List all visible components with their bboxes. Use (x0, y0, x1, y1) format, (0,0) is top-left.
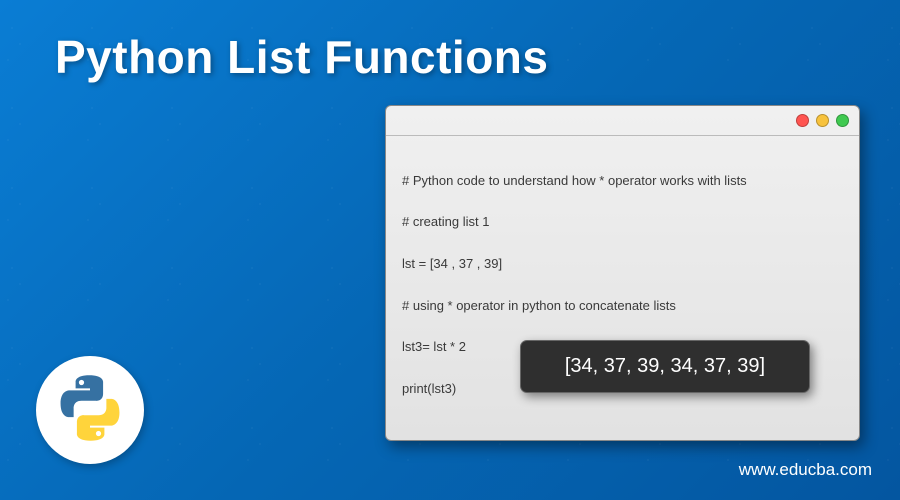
output-box: [34, 37, 39, 34, 37, 39] (520, 340, 810, 393)
code-line: # Python code to understand how * operat… (402, 171, 843, 192)
python-logo-icon (54, 372, 126, 449)
page-title: Python List Functions (55, 30, 548, 84)
logo-circle (36, 356, 144, 464)
minimize-icon (816, 114, 829, 127)
maximize-icon (836, 114, 849, 127)
site-url: www.educba.com (739, 460, 872, 480)
output-text: [34, 37, 39, 34, 37, 39] (565, 355, 765, 377)
code-line: # using * operator in python to concaten… (402, 296, 843, 317)
close-icon (796, 114, 809, 127)
code-body: # Python code to understand how * operat… (386, 136, 859, 440)
window-titlebar (386, 106, 859, 136)
code-line: lst = [34 , 37 , 39] (402, 254, 843, 275)
code-line: # creating list 1 (402, 212, 843, 233)
